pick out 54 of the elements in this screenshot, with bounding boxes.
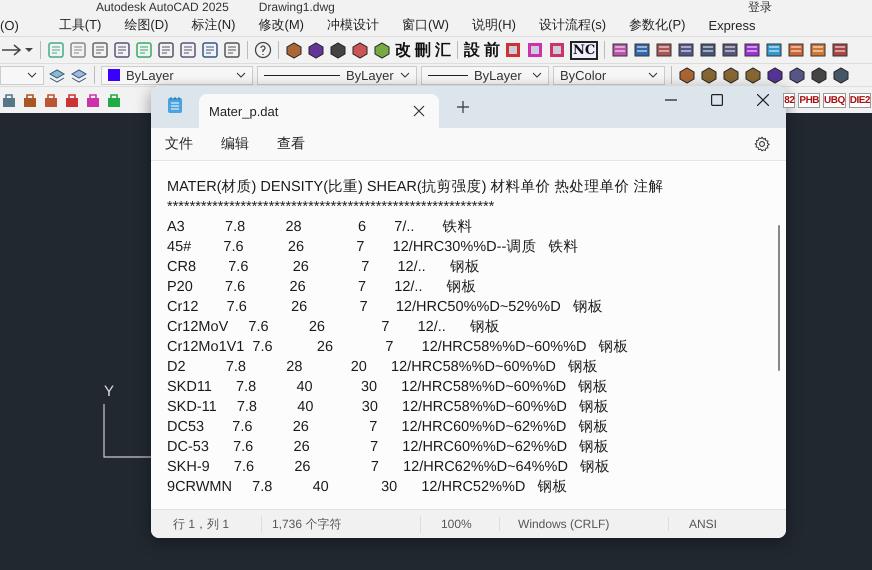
text-line: D2 7.8 28 20 12/HRC58%%D~60%%D 钢板 [167,358,599,377]
property-dropdown[interactable]: ByLayer [101,66,253,84]
toolbar-glyph-button[interactable]: UBQ [823,92,846,108]
text-line: SKH-9 7.6 26 7 12/HRC62%%D~64%%D 钢板 [167,458,612,477]
property-dropdown[interactable]: ByLayer [257,66,417,84]
text-line: 9CRWMN 7.8 40 30 12/HRC52%%D 钢板 [167,478,568,497]
text-line: Cr12MoV 7.6 26 7 12/.. 钢板 [167,318,502,337]
menu-item[interactable]: 窗口(W) [402,16,449,34]
menu-item[interactable]: (O) [0,18,19,32]
toolbar-glyph-button[interactable]: PHB [798,92,820,108]
text-line: MATER(材质) DENSITY(比重) SHEAR(抗剪强度) 材料单价 热处理单价 注解 [167,178,665,197]
status-item: 100% [421,517,500,531]
menu-item[interactable]: 冲模设计 [326,16,379,34]
property-dropdown[interactable]: ByColor [553,66,665,84]
text-line: Cr12 7.6 26 7 12/HRC50%%D~52%%D 钢板 [167,298,604,317]
menu-item[interactable]: 文件 [165,135,193,153]
toolbar-glyph-button[interactable]: 改 [395,40,411,60]
menu-item[interactable]: 标注(N) [191,16,236,34]
text-line: A3 7.8 28 6 7/.. 铁料 [167,218,474,237]
status-item: ANSI [688,517,718,531]
status-item: 1,736 个字符 [262,516,421,532]
toolbar-glyph-button[interactable]: 汇 [435,40,451,60]
menu-item[interactable]: 工具(T) [58,16,102,34]
menu-item[interactable]: Express [708,18,756,32]
menu-item[interactable]: 修改(M) [258,16,304,34]
toolbar-glyph-button[interactable]: 前 [484,40,500,60]
ucs-axis-label: Y [104,383,114,400]
text-line: CR8 7.6 26 7 12/.. 钢板 [167,258,481,277]
toolbar-glyph-button[interactable]: DIE2 [848,92,871,108]
text-line: DC53 7.6 26 7 12/HRC60%%D~62%%D 钢板 [167,418,610,437]
menu-item[interactable]: 参数化(P) [629,16,686,34]
property-dropdown[interactable]: ByLayer [421,66,549,84]
file-tab[interactable]: Mater_p.dat [199,94,439,128]
text-line: P20 7.6 26 7 12/.. 钢板 [167,278,478,297]
status-item: 行 1，列 1 [151,516,262,532]
text-line: 45# 7.6 26 7 12/HRC30%%D--调质 铁料 [167,238,580,257]
text-line: SKD11 7.8 40 30 12/HRC58%%D~60%%D 钢板 [167,378,610,397]
menu-item[interactable]: 说明(H) [472,16,516,34]
document-name: Drawing1.dwg [258,0,335,14]
sign-in-label[interactable]: 登录 [748,0,772,14]
text-line: ********************************************************** [167,198,496,217]
menu-item[interactable]: 编辑 [221,135,249,153]
text-line: SKD-11 7.8 40 30 12/HRC58%%D~60%%D 钢板 [167,398,610,417]
menu-item[interactable]: 设计流程(s) [538,16,606,34]
menu-item[interactable]: 绘图(D) [124,16,168,34]
toolbar-glyph-button[interactable]: 82 [783,92,796,108]
status-item: Windows (CRLF) [500,517,669,531]
toolbar-glyph-button[interactable]: 設 [464,40,480,60]
toolbar-glyph-button[interactable]: NC [570,40,598,60]
text-line: DC-53 7.6 26 7 12/HRC60%%D~62%%D 钢板 [167,438,610,457]
app-title: Autodesk AutoCAD 2025 [96,0,229,14]
menu-item[interactable]: 查看 [277,135,305,153]
text-line: Cr12Mo1V1 7.6 26 7 12/HRC58%%D~60%%D 钢板 [167,338,630,357]
toolbar-glyph-button[interactable]: 刪 [415,40,431,60]
